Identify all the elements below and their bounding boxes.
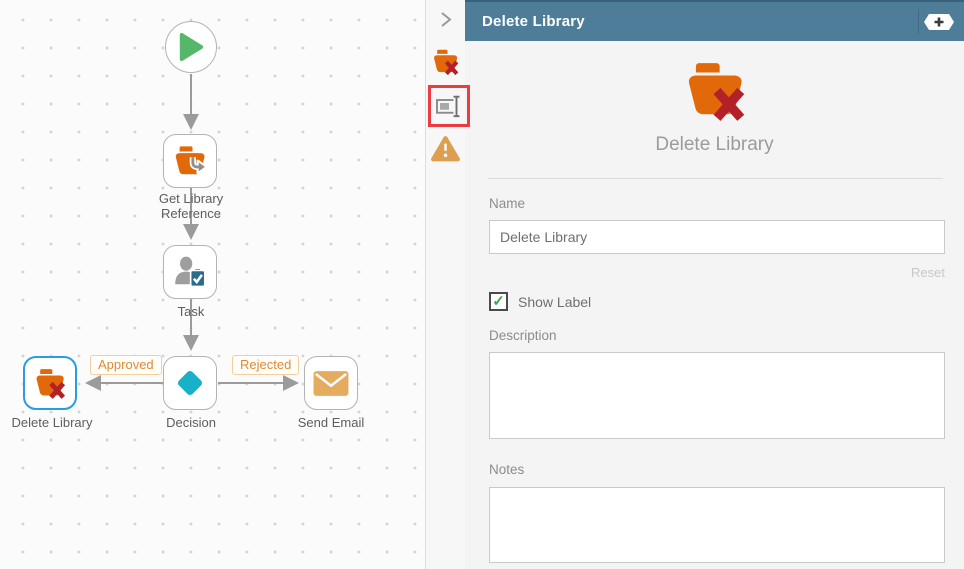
workflow-designer: Get Library Reference Task Decision Dele…	[0, 0, 964, 569]
decision-node[interactable]	[163, 356, 217, 410]
delete-library-folder-icon	[36, 368, 66, 399]
node-label: Task	[177, 304, 205, 319]
properties-panel: Delete Library Delete Library Name Reset	[465, 0, 964, 569]
notes-textarea[interactable]	[489, 487, 945, 563]
folder-reference-icon	[175, 146, 208, 175]
node-label: Get Library Reference	[158, 191, 224, 221]
description-textarea[interactable]	[489, 352, 945, 439]
show-label-row: Show Label	[489, 292, 945, 311]
start-node[interactable]	[165, 21, 217, 73]
get-library-reference-node[interactable]	[163, 134, 217, 188]
delete-library-icon	[688, 63, 744, 121]
node-label: Decision	[166, 415, 216, 430]
show-label-text[interactable]: Show Label	[518, 294, 591, 310]
tab-rename[interactable]	[434, 91, 464, 121]
task-node[interactable]	[163, 245, 217, 299]
panel-header: Delete Library	[465, 0, 964, 41]
name-label: Name	[489, 196, 526, 211]
step-title: Delete Library	[655, 134, 774, 155]
plus-hexagon-icon	[924, 14, 954, 30]
rename-label-icon	[436, 95, 460, 118]
panel-title: Delete Library	[482, 13, 585, 30]
chevron-right-icon	[440, 12, 452, 27]
name-input[interactable]	[489, 220, 945, 254]
show-label-checkbox[interactable]	[489, 292, 508, 311]
node-label: Send Email	[297, 415, 365, 430]
branch-label-rejected[interactable]: Rejected	[232, 355, 300, 375]
step-form: Name Reset Show Label Description Notes	[465, 196, 964, 563]
notes-label: Notes	[489, 462, 525, 477]
reset-link[interactable]: Reset	[489, 265, 945, 280]
tab-delete-library-step[interactable]	[426, 48, 465, 76]
annotation-highlight-box	[428, 85, 470, 127]
decision-diamond-icon	[178, 371, 202, 395]
header-divider	[918, 9, 919, 34]
warning-icon	[431, 136, 460, 162]
user-task-icon	[175, 256, 206, 288]
section-divider	[488, 178, 943, 179]
description-label: Description	[489, 328, 557, 343]
send-email-node[interactable]	[304, 356, 358, 410]
delete-library-node[interactable]	[23, 356, 77, 410]
add-button[interactable]	[923, 13, 955, 36]
collapse-panel-button[interactable]	[426, 10, 465, 28]
step-hero: Delete Library	[465, 41, 964, 156]
workflow-canvas[interactable]: Get Library Reference Task Decision Dele…	[0, 0, 426, 569]
email-icon	[313, 370, 349, 396]
play-icon	[179, 33, 204, 61]
panel-tab-rail	[426, 0, 470, 569]
node-label: Delete Library	[11, 415, 93, 430]
delete-library-step-icon	[434, 49, 459, 76]
tab-warnings[interactable]	[426, 135, 465, 162]
branch-label-approved[interactable]: Approved	[90, 355, 162, 375]
